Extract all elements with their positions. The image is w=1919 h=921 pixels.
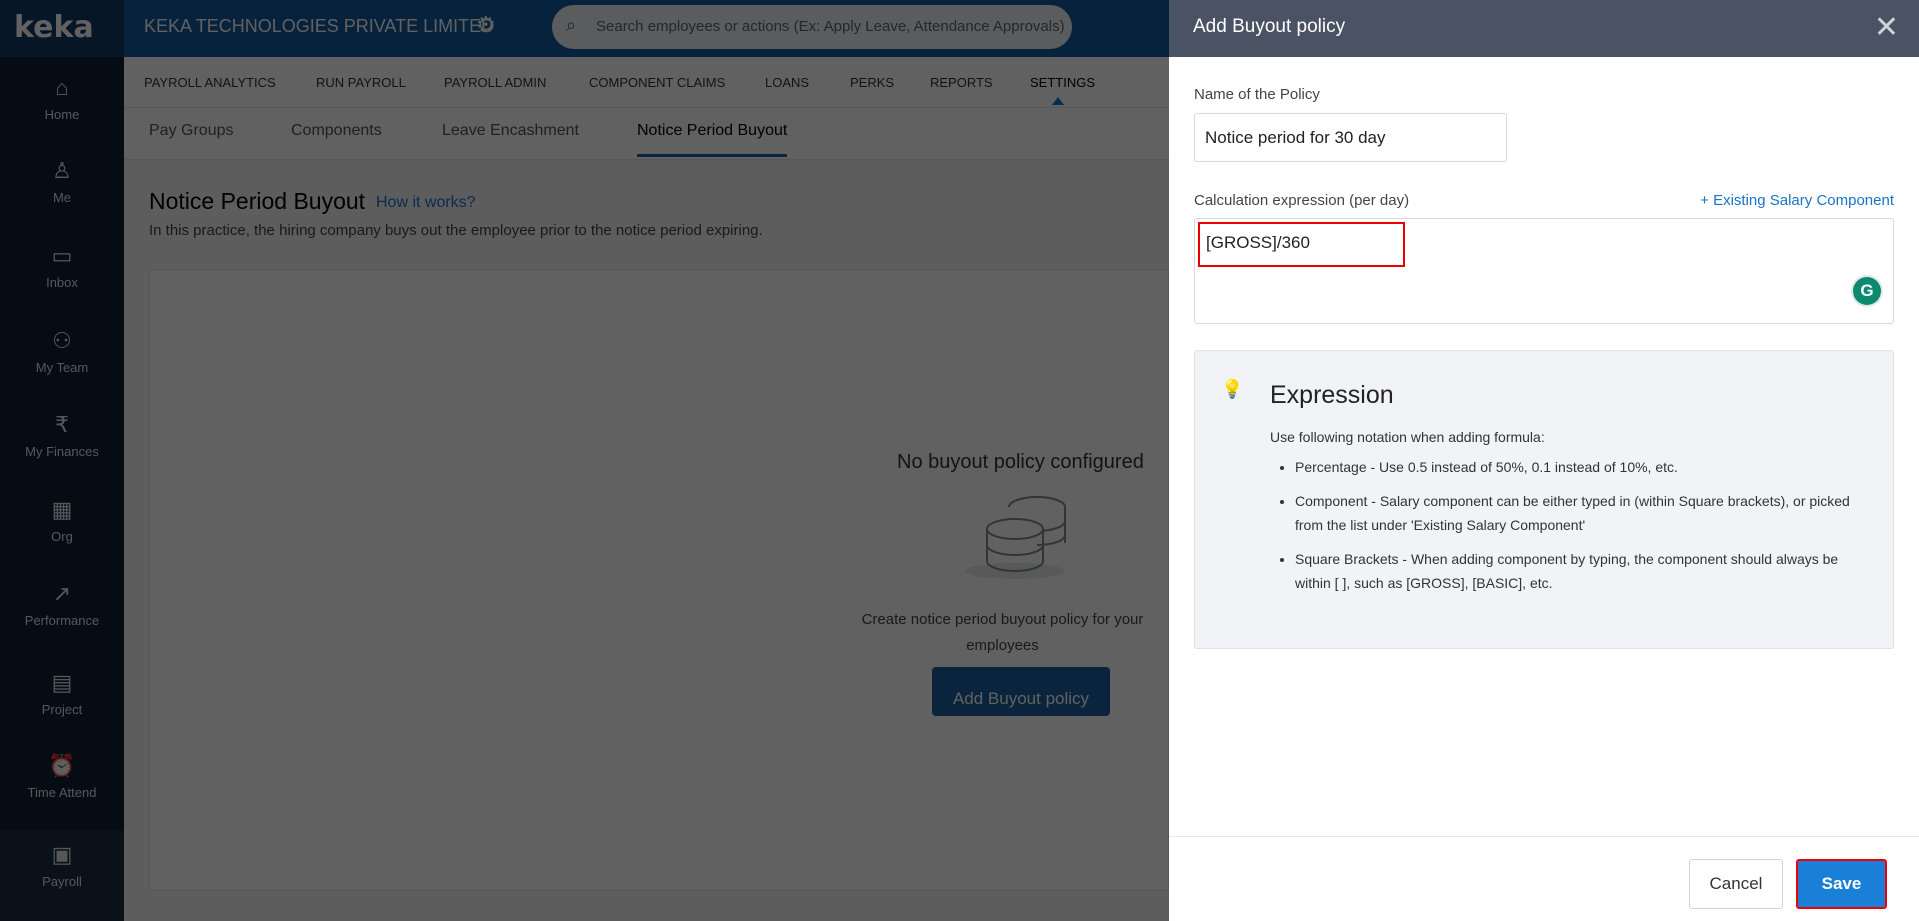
team-icon: ⚇: [52, 328, 72, 353]
how-it-works-link[interactable]: How it works?: [376, 194, 476, 212]
add-buyout-policy-button[interactable]: Add Buyout policy: [932, 667, 1110, 716]
company-name: KEKA TECHNOLOGIES PRIVATE LIMITED: [144, 16, 495, 36]
active-tab-caret: [1052, 97, 1064, 105]
settings-subnav: Pay Groups Components Leave Encashment N…: [124, 108, 1169, 160]
expression-help-box: 💡 Expression Use following notation when…: [1194, 350, 1894, 649]
person-icon: ♙: [52, 158, 72, 183]
org-icon: ▦: [51, 497, 73, 522]
add-buyout-policy-panel: Add Buyout policy ✕ Name of the Policy N…: [1169, 0, 1919, 921]
page-title: Notice Period Buyout: [149, 188, 366, 214]
policy-name-input[interactable]: Notice period for 30 day: [1194, 113, 1507, 162]
sidebar-item-time-attend[interactable]: ⏰ Time Attend: [0, 753, 124, 833]
expression-title: Expression: [1270, 381, 1394, 409]
tab-settings[interactable]: SETTINGS: [1030, 75, 1095, 90]
expression-list: Percentage - Use 0.5 instead of 50%, 0.1…: [1295, 455, 1875, 605]
sidebar-item-home[interactable]: ⌂ Home: [0, 75, 124, 155]
subtab-leave-encashment[interactable]: Leave Encashment: [442, 122, 579, 140]
sidebar-item-label: Org: [51, 529, 73, 544]
tab-run-payroll[interactable]: RUN PAYROLL: [316, 75, 406, 90]
panel-title: Add Buyout policy: [1193, 16, 1346, 37]
close-icon[interactable]: ✕: [1874, 10, 1899, 45]
subtab-pay-groups[interactable]: Pay Groups: [149, 122, 233, 140]
subtab-notice-period-buyout[interactable]: Notice Period Buyout: [637, 122, 788, 157]
empty-state-description: Create notice period buyout policy for y…: [861, 611, 1144, 654]
tab-component-claims[interactable]: COMPONENT CLAIMS: [589, 75, 725, 90]
page-description: In this practice, the hiring company buy…: [149, 222, 763, 239]
sidebar-item-inbox[interactable]: ▭ Inbox: [0, 243, 124, 323]
gear-icon[interactable]: ⚙: [476, 12, 496, 38]
keka-logo[interactable]: keka: [0, 0, 124, 57]
sidebar-item-performance[interactable]: ↗ Performance: [0, 581, 124, 661]
empty-state-title: No buyout policy configured: [897, 451, 1144, 473]
calc-expression-label: Calculation expression (per day): [1194, 192, 1410, 209]
sidebar-item-label: My Finances: [25, 444, 99, 459]
clipboard-icon: ▤: [51, 670, 73, 695]
rupee-icon: ₹: [55, 412, 69, 437]
cancel-button[interactable]: Cancel: [1689, 859, 1783, 909]
sidebar-item-label: Inbox: [46, 275, 78, 290]
sidebar-item-label: Payroll: [42, 874, 82, 889]
alarm-icon: ⏰: [48, 753, 76, 778]
sidebar-item-label: Performance: [24, 613, 100, 628]
save-button[interactable]: Save: [1796, 859, 1887, 909]
top-bar: KEKA TECHNOLOGIES PRIVATE LIMITED ⚙ ⌕ Sea…: [124, 0, 1169, 57]
sidebar-item-label: Me: [52, 190, 72, 205]
sidebar-item-org[interactable]: ▦ Org: [0, 497, 124, 577]
sidebar-item-label: My Team: [35, 360, 89, 375]
trend-icon: ↗: [52, 581, 72, 606]
coins-icon: [965, 496, 1066, 579]
search-placeholder: Search employees or actions (Ex: Apply L…: [596, 18, 1065, 35]
search-input[interactable]: ⌕ Search employees or actions (Ex: Apply …: [552, 5, 1072, 49]
grammarly-icon[interactable]: G: [1853, 277, 1881, 305]
sidebar-item-label: Project: [41, 702, 83, 717]
calc-expression-value: [GROSS]/360: [1198, 222, 1405, 267]
tab-reports[interactable]: REPORTS: [930, 75, 993, 90]
policy-name-label: Name of the Policy: [1194, 86, 1320, 103]
list-item: Percentage - Use 0.5 instead of 50%, 0.1…: [1295, 455, 1875, 479]
sidebar-item-my-team[interactable]: ⚇ My Team: [0, 328, 124, 408]
sidebar-item-payroll[interactable]: ▣ Payroll: [0, 830, 124, 921]
tab-payroll-admin[interactable]: PAYROLL ADMIN: [444, 75, 546, 90]
lightbulb-icon: 💡: [1221, 379, 1244, 399]
sidebar-item-my-finances[interactable]: ₹ My Finances: [0, 412, 124, 492]
sidebar-item-project[interactable]: ▤ Project: [0, 670, 124, 750]
calc-expression-textarea[interactable]: [GROSS]/360 G: [1194, 218, 1894, 324]
payroll-nav: PAYROLL ANALYTICS RUN PAYROLL PAYROLL AD…: [124, 57, 1169, 108]
inbox-icon: ▭: [51, 243, 73, 268]
modal-backdrop[interactable]: keka ⌂ Home ♙ Me ▭ Inbox ⚇ My Team ₹ My Finan…: [0, 0, 1169, 921]
list-item: Component - Salary component can be eith…: [1295, 489, 1875, 537]
sidebar-item-label: Time Attend: [27, 785, 97, 800]
list-item: Square Brackets - When adding component …: [1295, 547, 1875, 595]
tab-perks[interactable]: PERKS: [850, 75, 894, 90]
tab-payroll-analytics[interactable]: PAYROLL ANALYTICS: [144, 75, 276, 90]
expression-intro: Use following notation when adding formu…: [1270, 429, 1545, 445]
sidebar: keka ⌂ Home ♙ Me ▭ Inbox ⚇ My Team ₹ My Finan…: [0, 0, 124, 921]
sidebar-item-label: Home: [44, 107, 80, 122]
panel-footer: Cancel Save: [1169, 836, 1919, 921]
sidebar-item-me[interactable]: ♙ Me: [0, 158, 124, 238]
tab-loans[interactable]: LOANS: [765, 75, 809, 90]
subtab-components[interactable]: Components: [291, 122, 382, 140]
existing-salary-component-link[interactable]: + Existing Salary Component: [1700, 192, 1894, 209]
panel-header: Add Buyout policy ✕: [1169, 0, 1919, 57]
payroll-icon: ▣: [51, 842, 73, 867]
search-icon: ⌕: [566, 15, 577, 35]
home-icon: ⌂: [55, 75, 69, 100]
